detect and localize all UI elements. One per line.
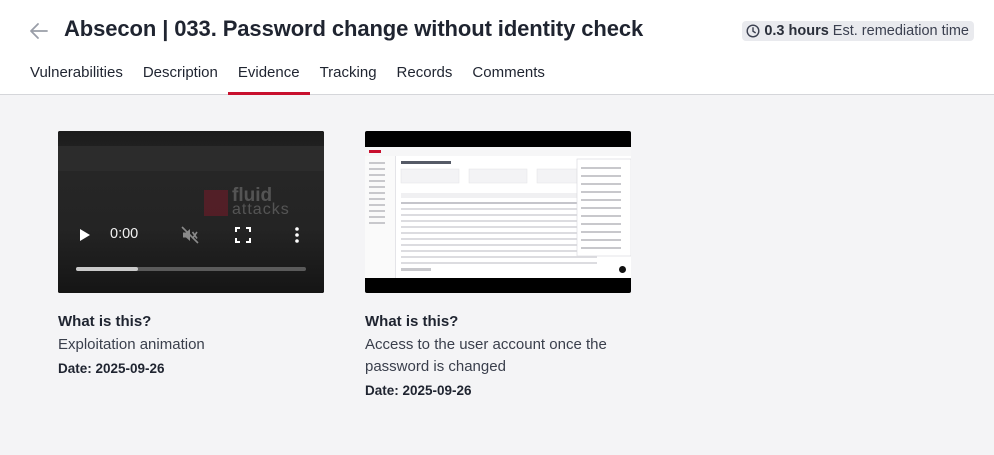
video-progress-bar[interactable] bbox=[76, 267, 306, 271]
evidence-video-player[interactable]: fluid attacks 0:00 bbox=[58, 131, 324, 293]
screenshot-preview bbox=[365, 147, 631, 278]
tab-bar: Vulnerabilities Description Evidence Tra… bbox=[20, 55, 555, 95]
watermark-text: fluid attacks bbox=[232, 185, 290, 218]
evidence-question: What is this? bbox=[365, 313, 459, 330]
tab-records[interactable]: Records bbox=[387, 55, 463, 93]
tab-tracking[interactable]: Tracking bbox=[310, 55, 387, 93]
mute-icon[interactable] bbox=[181, 226, 199, 244]
tab-evidence[interactable]: Evidence bbox=[227, 55, 310, 95]
video-progress-fill bbox=[76, 267, 139, 271]
page-title: Absecon | 033. Password change without i… bbox=[64, 16, 644, 41]
video-controls: 0:00 bbox=[58, 225, 324, 245]
tab-vulnerabilities[interactable]: Vulnerabilities bbox=[20, 55, 133, 93]
evidence-question: What is this? bbox=[58, 313, 152, 330]
evidence-card-screenshot: What is this? Access to the user account… bbox=[365, 131, 631, 398]
tab-comments[interactable]: Comments bbox=[462, 55, 555, 93]
remediation-label: Est. remediation time bbox=[832, 23, 969, 39]
evidence-screenshot-image[interactable] bbox=[365, 131, 631, 293]
evidence-date: Date: 2025-09-26 bbox=[58, 361, 165, 376]
clock-icon bbox=[746, 24, 760, 38]
remediation-badge: 0.3 hours Est. remediation time bbox=[742, 21, 974, 41]
screenshot-thumbnail bbox=[365, 147, 631, 278]
fullscreen-icon[interactable] bbox=[235, 227, 251, 243]
evidence-description: Access to the user account once the pass… bbox=[365, 336, 607, 375]
back-arrow-icon[interactable] bbox=[28, 20, 50, 42]
play-icon[interactable] bbox=[79, 228, 91, 242]
evidence-card-animation: fluid attacks 0:00 What is this? Exploita… bbox=[58, 131, 324, 376]
fluid-logo-icon bbox=[617, 264, 628, 275]
remediation-hours: 0.3 hours bbox=[764, 23, 829, 39]
tab-description[interactable]: Description bbox=[133, 55, 228, 93]
evidence-description: Exploitation animation bbox=[58, 336, 205, 353]
page-header: Absecon | 033. Password change without i… bbox=[0, 0, 994, 95]
evidence-date: Date: 2025-09-26 bbox=[365, 383, 472, 398]
fluid-attacks-watermark: fluid attacks bbox=[204, 185, 290, 218]
video-time: 0:00 bbox=[110, 226, 139, 242]
more-options-icon[interactable] bbox=[294, 227, 300, 243]
